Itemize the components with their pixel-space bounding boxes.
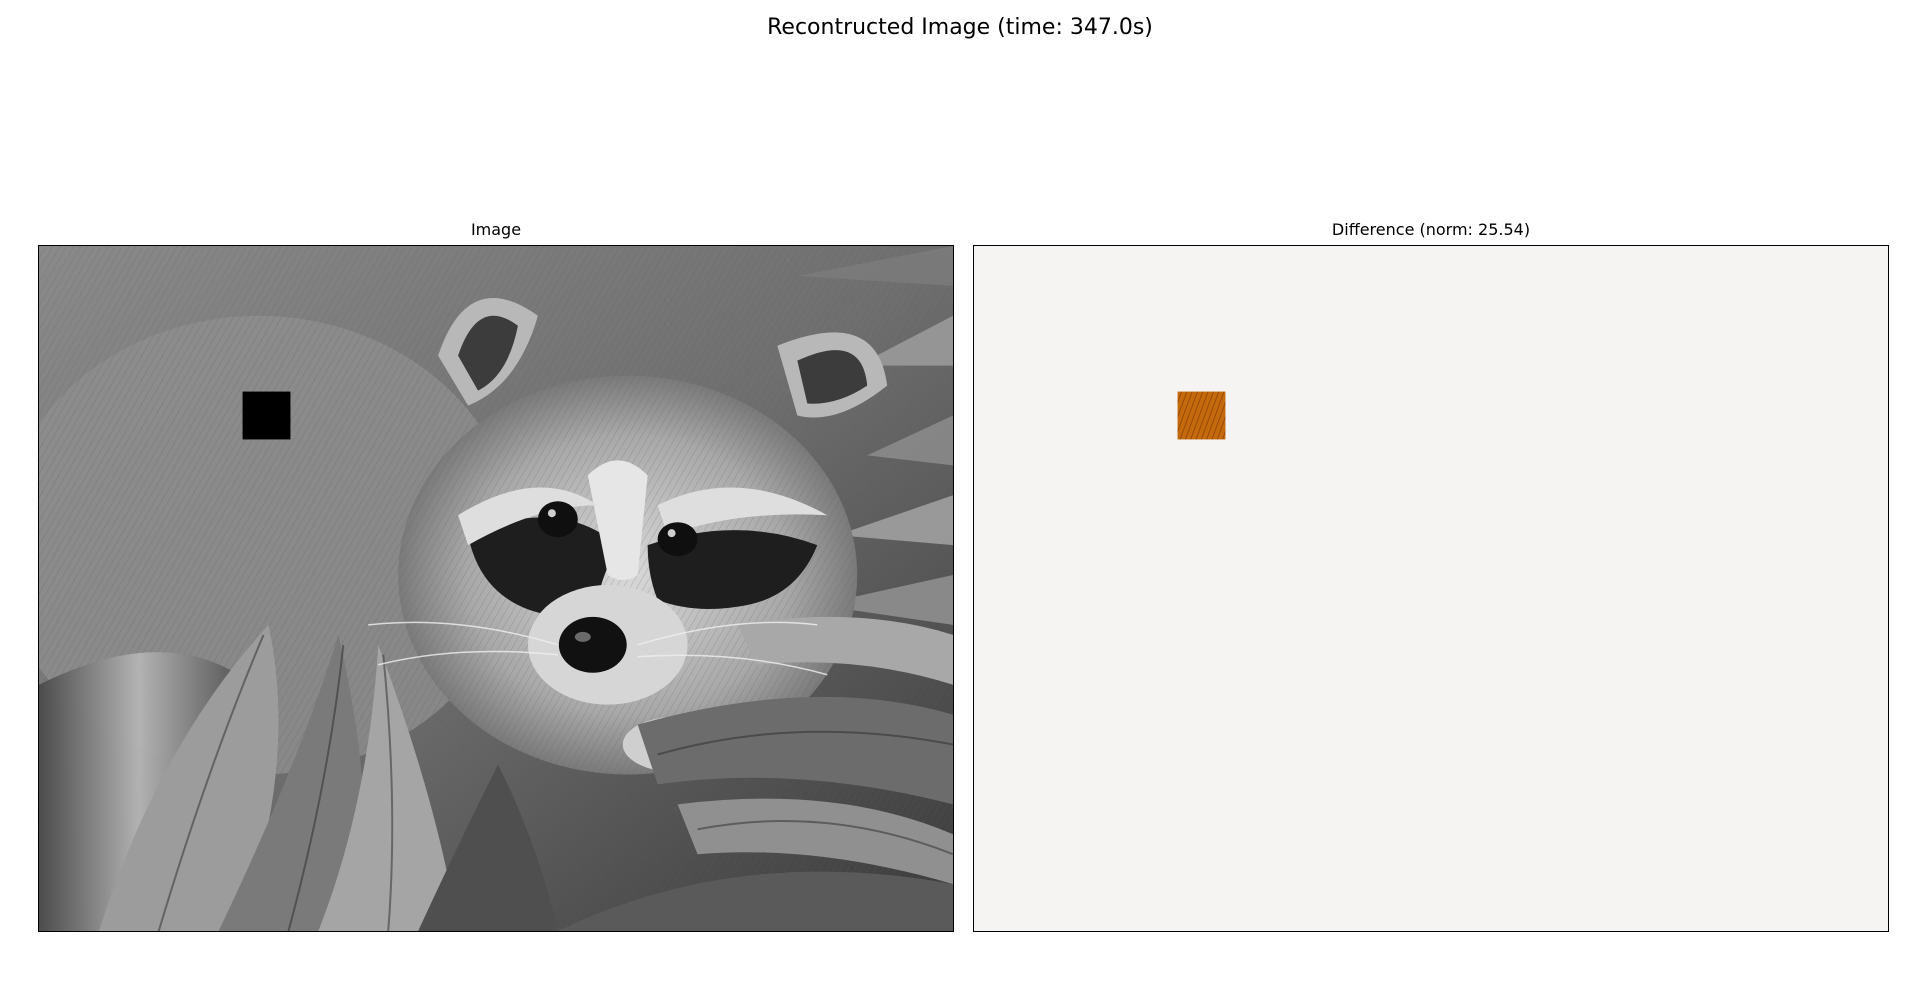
difference-panel	[973, 245, 1889, 932]
difference-panel-title: Difference (norm: 25.54)	[1331, 220, 1531, 239]
difference-map	[974, 246, 1888, 931]
figure-title: Recontructed Image (time: 347.0s)	[767, 15, 1153, 40]
figure: Recontructed Image (time: 347.0s) Image	[0, 0, 1920, 986]
image-panel-title: Image	[470, 220, 522, 239]
difference-patch	[1177, 391, 1226, 440]
image-panel	[38, 245, 954, 932]
masked-patch	[242, 391, 291, 440]
difference-background	[974, 246, 1888, 931]
raccoon-photo	[39, 246, 953, 931]
